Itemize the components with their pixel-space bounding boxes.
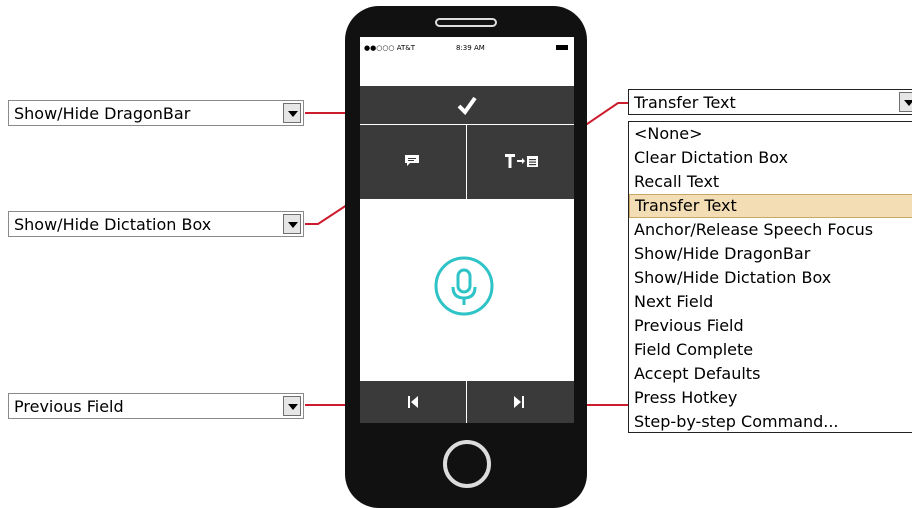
chevron-down-icon[interactable] (899, 92, 912, 112)
previous-field-button[interactable] (360, 381, 466, 423)
microphone-icon[interactable] (433, 255, 495, 317)
chevron-down-icon[interactable] (283, 396, 301, 416)
option-show-hide-dragonbar[interactable]: Show/Hide DragonBar (629, 242, 912, 266)
status-bar: ●●○○○ AT&T 8:39 AM (360, 37, 574, 59)
option-press-hotkey[interactable]: Press Hotkey (629, 386, 912, 410)
transfer-text-button[interactable] (467, 125, 574, 199)
option-previous-field[interactable]: Previous Field (629, 314, 912, 338)
previous-field-dropdown[interactable]: Previous Field (8, 393, 304, 419)
previous-field-icon (408, 396, 418, 408)
clock-label: 8:39 AM (456, 44, 485, 52)
dragonbar-toggle-button[interactable] (360, 86, 574, 124)
dictation-dropdown-value: Show/Hide Dictation Box (14, 215, 212, 234)
dragonbar-dropdown-value: Show/Hide DragonBar (14, 104, 191, 123)
dictation-dropdown[interactable]: Show/Hide Dictation Box (8, 211, 304, 237)
option-next-field[interactable]: Next Field (629, 290, 912, 314)
transfer-text-dropdown[interactable]: Transfer Text (628, 89, 912, 115)
chat-bubble-icon (405, 155, 419, 166)
option-show-hide-dictation-box[interactable]: Show/Hide Dictation Box (629, 266, 912, 290)
phone-speaker (435, 18, 497, 27)
option-field-complete[interactable]: Field Complete (629, 338, 912, 362)
chevron-down-icon[interactable] (283, 214, 301, 234)
phone-screen: ●●○○○ AT&T 8:39 AM (360, 37, 574, 423)
battery-icon (556, 45, 568, 50)
dragonbar-dropdown[interactable]: Show/Hide DragonBar (8, 100, 304, 126)
option-anchor-release-speech-focus[interactable]: Anchor/Release Speech Focus (629, 218, 912, 242)
transfer-text-dropdown-value: Transfer Text (634, 93, 736, 112)
option-none[interactable]: <None> (629, 122, 912, 146)
checkmark-icon (457, 96, 477, 115)
option-transfer-text[interactable]: Transfer Text (629, 194, 912, 218)
next-field-button[interactable] (467, 381, 574, 423)
transfer-text-icon (505, 154, 538, 168)
option-accept-defaults[interactable]: Accept Defaults (629, 362, 912, 386)
carrier-label: ●●○○○ AT&T (364, 44, 416, 52)
chevron-down-icon[interactable] (283, 103, 301, 123)
options-listbox[interactable]: <None> Clear Dictation Box Recall Text T… (628, 121, 912, 433)
option-recall-text[interactable]: Recall Text (629, 170, 912, 194)
home-button[interactable] (443, 440, 491, 488)
dictation-box-button[interactable] (360, 125, 466, 199)
option-clear-dictation-box[interactable]: Clear Dictation Box (629, 146, 912, 170)
previous-field-dropdown-value: Previous Field (14, 397, 124, 416)
next-field-icon (514, 396, 524, 408)
option-step-by-step-command[interactable]: Step-by-step Command... (629, 410, 912, 434)
